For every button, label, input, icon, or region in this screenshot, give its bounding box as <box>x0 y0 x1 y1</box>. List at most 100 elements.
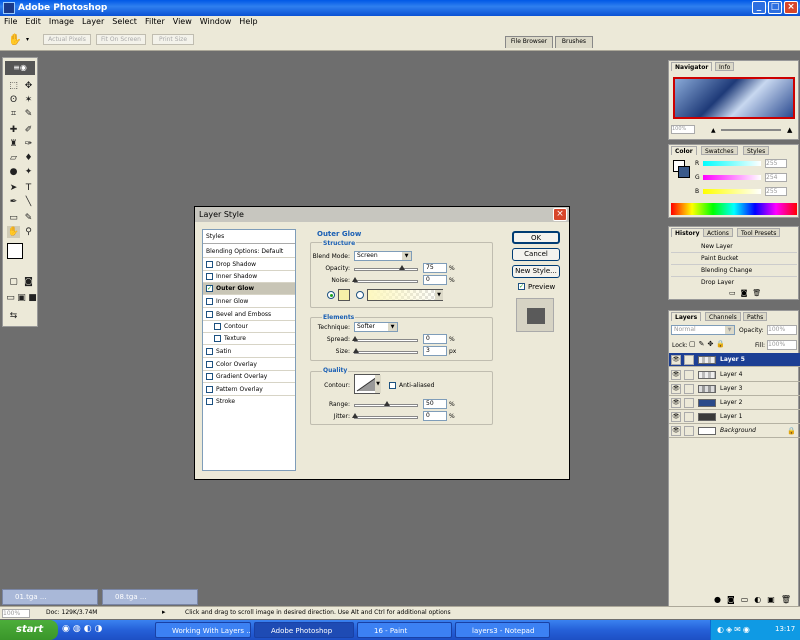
clone-stamp-icon[interactable]: ♜ <box>7 138 20 150</box>
style-item-drop-shadow[interactable]: Drop Shadow <box>203 259 295 271</box>
g-slider[interactable] <box>703 175 761 180</box>
opacity-slider[interactable] <box>354 265 418 271</box>
zoom-icon[interactable]: ⚲ <box>22 226 35 238</box>
tab-channels[interactable]: Channels <box>705 312 741 321</box>
adobe-online-icon[interactable]: ≡◉ <box>5 61 35 75</box>
link-icon[interactable] <box>684 412 694 422</box>
jitter-slider-handle[interactable] <box>352 413 358 418</box>
new-style-button[interactable]: New Style... <box>512 265 560 278</box>
menu-image[interactable]: Image <box>45 16 78 27</box>
glow-gradient-picker[interactable] <box>367 289 443 301</box>
line-icon[interactable]: ╲ <box>22 196 35 208</box>
style-item-pattern-overlay[interactable]: Pattern Overlay <box>203 384 295 396</box>
maximize-icon[interactable]: □ <box>768 1 782 14</box>
tray-icons[interactable]: ◐◈✉◉ <box>717 625 752 634</box>
status-zoom-field[interactable]: 100% <box>2 609 30 618</box>
range-slider-handle[interactable] <box>384 401 390 406</box>
checkbox[interactable] <box>206 373 213 380</box>
menu-edit[interactable]: Edit <box>21 16 45 27</box>
size-slider[interactable] <box>353 348 418 354</box>
spread-slider[interactable] <box>352 336 418 342</box>
opacity-input[interactable]: 75 <box>423 263 447 273</box>
noise-input[interactable]: 0 <box>423 275 447 285</box>
close-icon[interactable]: × <box>784 1 798 14</box>
checkbox[interactable] <box>214 335 221 342</box>
eye-icon[interactable]: 👁 <box>671 370 681 380</box>
layer-row[interactable]: 👁 Background 🔒 <box>669 424 800 438</box>
color-ramp[interactable] <box>671 203 797 215</box>
checkbox[interactable] <box>206 261 213 268</box>
zoom-out-icon[interactable]: ▲ <box>711 127 716 134</box>
brush-icon[interactable] <box>684 355 694 365</box>
move-icon[interactable]: ✥ <box>22 80 35 92</box>
color-bg-swatch[interactable] <box>678 166 690 178</box>
layer-blend-mode-select[interactable]: Normal ▼ <box>671 325 735 335</box>
navigator-zoom-slider[interactable] <box>721 129 781 131</box>
hand-icon[interactable]: ✋ <box>7 226 20 238</box>
link-icon[interactable] <box>684 384 694 394</box>
paint-bucket-icon[interactable]: ♦ <box>22 152 35 164</box>
cancel-button[interactable]: Cancel <box>512 248 560 261</box>
style-item-satin[interactable]: Satin <box>203 346 295 358</box>
checkbox[interactable] <box>206 348 213 355</box>
style-item-texture[interactable]: Texture <box>203 333 295 345</box>
technique-select[interactable]: Softer ▼ <box>354 322 398 332</box>
pen-icon[interactable]: ✒ <box>7 196 20 208</box>
notes-icon[interactable]: ▭ <box>7 212 20 224</box>
blur-icon[interactable]: ● <box>7 166 20 178</box>
size-input[interactable]: 3 <box>423 346 447 356</box>
menu-help[interactable]: Help <box>235 16 261 27</box>
history-item[interactable]: Paint Bucket <box>671 253 797 265</box>
eraser-icon[interactable]: ▱ <box>7 152 20 164</box>
style-item-bevel-and-emboss[interactable]: Bevel and Emboss <box>203 309 295 321</box>
link-icon[interactable] <box>684 370 694 380</box>
healing-brush-icon[interactable]: ✚ <box>7 124 20 136</box>
style-item-inner-shadow[interactable]: Inner Shadow <box>203 271 295 283</box>
b-slider[interactable] <box>703 189 761 194</box>
tab-info[interactable]: Info <box>715 62 735 71</box>
jitter-slider[interactable] <box>352 413 418 419</box>
checkbox[interactable] <box>206 361 213 368</box>
spread-input[interactable]: 0 <box>423 334 447 344</box>
checkbox[interactable] <box>206 298 213 305</box>
tab-navigator[interactable]: Navigator <box>671 62 713 71</box>
minimized-document[interactable]: 08.tga ... <box>102 589 198 605</box>
eye-icon[interactable]: 👁 <box>671 398 681 408</box>
tab-styles[interactable]: Styles <box>743 146 770 155</box>
ok-button[interactable]: OK <box>512 231 560 244</box>
eye-icon[interactable]: 👁 <box>671 355 681 365</box>
layer-row[interactable]: 👁 Layer 1 <box>669 410 800 424</box>
checkbox[interactable] <box>206 386 213 393</box>
style-item-inner-glow[interactable]: Inner Glow <box>203 296 295 308</box>
tab-color[interactable]: Color <box>671 146 697 155</box>
eyedropper-icon[interactable]: ✎ <box>22 212 35 224</box>
foreground-color-swatch[interactable] <box>7 243 23 259</box>
layer-row[interactable]: 👁 Layer 5 <box>669 353 800 367</box>
spread-slider-handle[interactable] <box>352 336 358 341</box>
type-icon[interactable]: T <box>22 182 35 194</box>
status-arrow-icon[interactable]: ▸ <box>162 608 166 616</box>
screen-mode-3-icon[interactable]: ■ <box>26 292 39 304</box>
styles-header[interactable]: Styles <box>203 230 295 244</box>
blending-options-item[interactable]: Blending Options: Default <box>203 246 295 258</box>
fill-field[interactable]: 100% <box>767 340 797 350</box>
tab-tool-presets[interactable]: Tool Presets <box>737 228 781 237</box>
size-slider-handle[interactable] <box>353 348 359 353</box>
tool-preset-dropdown-icon[interactable]: ▾ <box>26 36 29 43</box>
lasso-icon[interactable]: ʘ <box>7 94 20 106</box>
brushes-tab[interactable]: Brushes <box>555 36 593 48</box>
minimized-document[interactable]: 01.tga ... <box>2 589 98 605</box>
range-input[interactable]: 50 <box>423 399 447 409</box>
brush-icon[interactable]: ✐ <box>22 124 35 136</box>
style-item-color-overlay[interactable]: Color Overlay <box>203 359 295 371</box>
history-item[interactable]: Blending Change <box>671 265 797 277</box>
r-value[interactable]: 255 <box>765 159 787 168</box>
link-icon[interactable] <box>684 398 694 408</box>
eye-icon[interactable]: 👁 <box>671 426 681 436</box>
contour-dropdown-icon[interactable]: ▼ <box>375 375 381 393</box>
path-selection-icon[interactable]: ➤ <box>7 182 20 194</box>
checkbox[interactable] <box>206 311 213 318</box>
opacity-slider-handle[interactable] <box>398 265 405 270</box>
style-item-gradient-overlay[interactable]: Gradient Overlay <box>203 371 295 383</box>
magic-wand-icon[interactable]: ✶ <box>22 94 35 106</box>
